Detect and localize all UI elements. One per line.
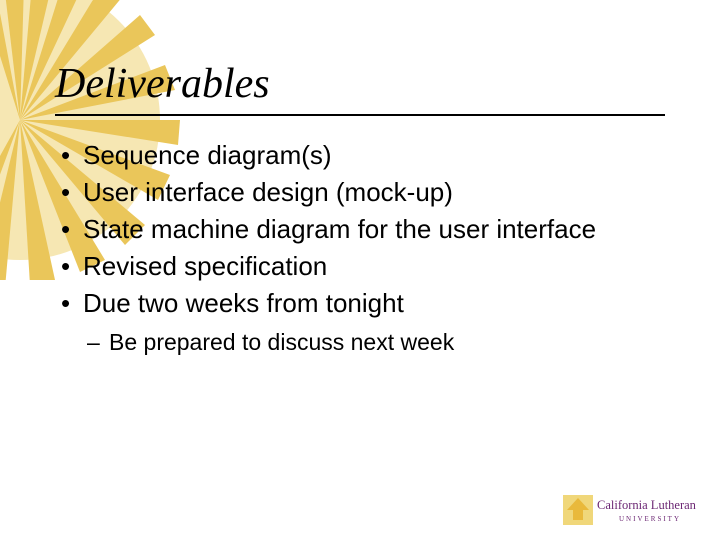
university-logo: California Lutheran UNIVERSITY bbox=[563, 492, 708, 530]
bullet-text: Sequence diagram(s) bbox=[83, 140, 332, 170]
bullet-item: Revised specification bbox=[55, 249, 665, 284]
sub-item: Be prepared to discuss next week bbox=[83, 327, 665, 358]
bullet-text: User interface design (mock-up) bbox=[83, 177, 453, 207]
logo-line1: California Lutheran bbox=[597, 498, 697, 512]
sub-text: Be prepared to discuss next week bbox=[109, 329, 454, 355]
slide-title: Deliverables bbox=[55, 60, 665, 108]
title-underline bbox=[55, 114, 665, 116]
bullet-item: Sequence diagram(s) bbox=[55, 138, 665, 173]
bullet-item: User interface design (mock-up) bbox=[55, 175, 665, 210]
bullet-text: State machine diagram for the user inter… bbox=[83, 214, 596, 244]
bullet-list: Sequence diagram(s) User interface desig… bbox=[55, 138, 665, 359]
logo-line2: UNIVERSITY bbox=[619, 515, 681, 523]
bullet-item: Due two weeks from tonight Be prepared t… bbox=[55, 286, 665, 358]
bullet-text: Revised specification bbox=[83, 251, 327, 281]
sub-list: Be prepared to discuss next week bbox=[83, 327, 665, 358]
slide-content: Deliverables Sequence diagram(s) User in… bbox=[0, 0, 720, 540]
bullet-item: State machine diagram for the user inter… bbox=[55, 212, 665, 247]
bullet-text: Due two weeks from tonight bbox=[83, 288, 404, 318]
